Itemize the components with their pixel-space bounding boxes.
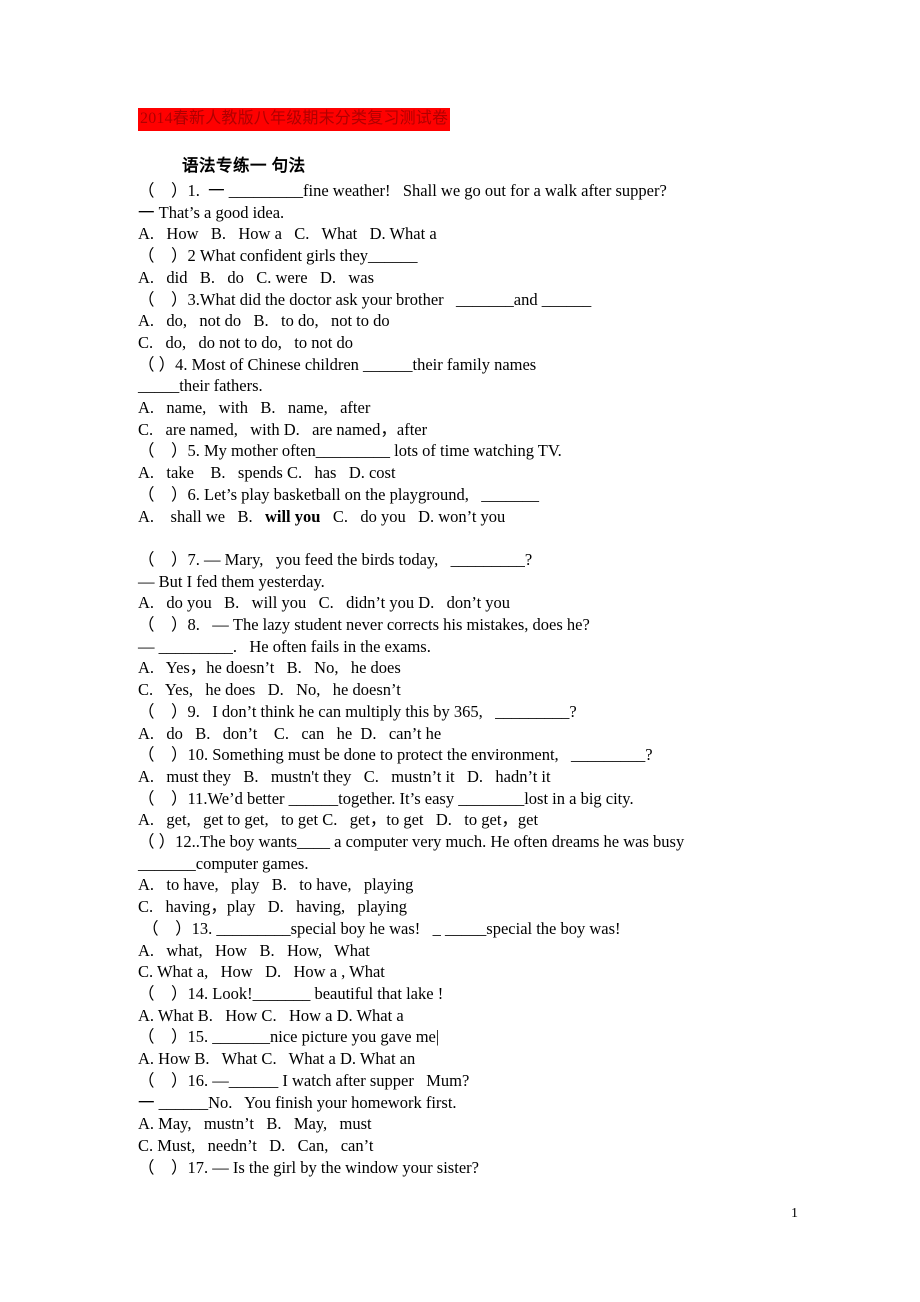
text-line: A. How B. What C. What a D. What an (138, 1049, 416, 1069)
text-line: （ ）16. —______ I watch after supper Mum? (138, 1070, 470, 1090)
text-line: （ ）13. _________special boy he was! _ __… (138, 918, 621, 938)
text-line: C. are named, with D. are named，after (138, 419, 428, 439)
section-heading: 语法专练一 句法 (182, 156, 306, 175)
text-line: （ ）1. 一 _________fine weather! Shall we … (138, 181, 667, 200)
text-line: A. do B. don’t C. can he D. can’t he (138, 723, 442, 743)
text-line: A. to have, play B. to have, playing (138, 875, 414, 895)
text-line: （ ）3.What did the doctor ask your brothe… (138, 289, 592, 309)
text-line: 一 That’s a good idea. (138, 202, 285, 222)
document-page: 2014春新人教版八年级期末分类复习测试卷 语法专练一 句法 （ ）1. 一 _… (0, 0, 920, 1302)
text-line: A. take B. spends C. has D. cost (138, 463, 396, 483)
text-line: C. having，play D. having, playing (138, 897, 408, 917)
text-line: （ ）2 What confident girls they______ (138, 246, 418, 266)
text-line: 一 ______No. You finish your homework fir… (138, 1092, 457, 1112)
text-line: （ ）4. Most of Chinese children ______the… (138, 354, 537, 374)
text-line: A. May, mustn’t B. May, must (138, 1114, 372, 1134)
text-line: （ ）5. My mother often_________ lots of t… (138, 441, 562, 461)
text-line: A. What B. How C. How a D. What a (138, 1005, 404, 1025)
text-line: — But I fed them yesterday. (138, 571, 325, 591)
text-line: A. get, get to get, to get C. get，to get… (138, 810, 539, 830)
text-line: （ ）7. — Mary, you feed the birds today, … (138, 549, 533, 569)
text-line: C. Must, needn’t D. Can, can’t (138, 1135, 374, 1155)
document-title: 2014春新人教版八年级期末分类复习测试卷 (138, 108, 451, 131)
text-line: C. Yes, he does D. No, he doesn’t (138, 680, 401, 700)
text-line: （ ）12..The boy wants____ a computer very… (138, 832, 685, 852)
text-line: A. must they B. mustn't they C. mustn’t … (138, 766, 551, 786)
text-line: _______computer games. (138, 853, 309, 873)
text-line: — _________. He often fails in the exams… (138, 636, 431, 656)
text-line: A. shall we B. will you C. do you D. won… (138, 506, 506, 526)
text-line: A. Yes，he doesn’t B. No, he does (138, 658, 401, 678)
text-line: （ ）14. Look!_______ beautiful that lake … (138, 984, 444, 1003)
text-line: A. what, How B. How, What (138, 940, 370, 960)
text-line: C. What a, How D. How a , What (138, 962, 385, 982)
text-line: （ ）17. — Is the girl by the window your … (138, 1157, 479, 1177)
text-line: _____their fathers. (138, 376, 263, 396)
text-line: C. do, do not to do, to not do (138, 332, 353, 352)
text-line: （ ）10. Something must be done to protect… (138, 745, 653, 765)
question-lines: （ ）1. 一 _________fine weather! Shall we … (138, 180, 798, 1178)
text-line: （ ）6. Let’s play basketball on the playg… (138, 484, 539, 504)
text-line: A. name, with B. name, after (138, 398, 371, 418)
text-line: A. did B. do C. were D. was (138, 267, 375, 287)
document-title-row: 2014春新人教版八年级期末分类复习测试卷 (138, 108, 798, 131)
page-number: 1 (791, 1206, 798, 1221)
text-line: （ ）8. — The lazy student never corrects … (138, 615, 590, 635)
text-line: （ ）9. I don’t think he can multiply this… (138, 701, 577, 721)
emphasised-option: will you (264, 506, 321, 526)
document-body: 2014春新人教版八年级期末分类复习测试卷 语法专练一 句法 （ ）1. 一 _… (138, 108, 798, 1178)
text-line: A. How B. How a C. What D. What a (138, 224, 437, 244)
text-line: （ ）15. _______nice picture you gave me| (138, 1027, 440, 1047)
text-line: A. do, not do B. to do, not to do (138, 311, 390, 331)
text-line: （ ）11.We’d better ______together. It’s e… (138, 788, 634, 808)
text-line: A. do you B. will you C. didn’t you D. d… (138, 593, 511, 613)
